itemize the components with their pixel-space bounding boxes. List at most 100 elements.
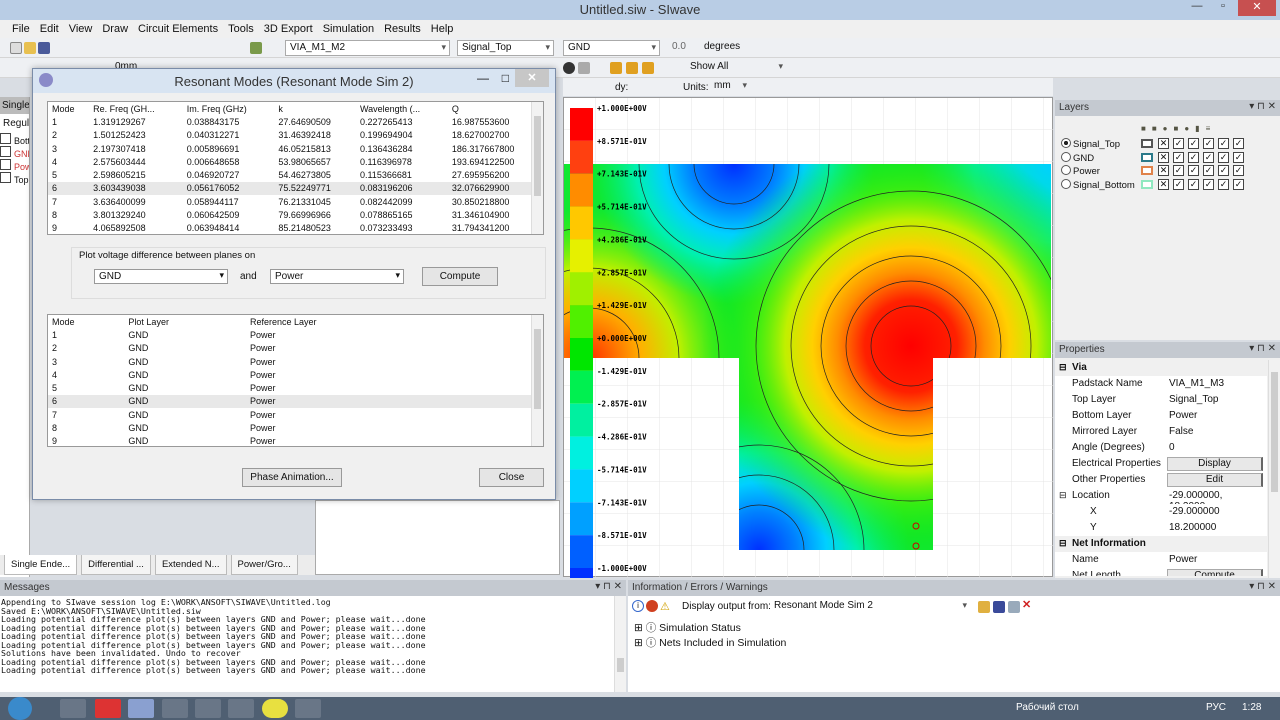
layer-visibility-checkbox[interactable]: ✓ bbox=[1233, 138, 1244, 149]
panel-controls[interactable]: ▾ ⊓ ✕ bbox=[1249, 581, 1276, 592]
column-header[interactable]: Im. Freq (GHz) bbox=[183, 102, 275, 115]
expand-icon[interactable]: ⊟ bbox=[1059, 362, 1067, 373]
zoom-fit-icon[interactable] bbox=[642, 62, 654, 74]
property-button[interactable]: Edit bbox=[1167, 473, 1263, 487]
zoom-out-icon[interactable] bbox=[626, 62, 638, 74]
property-row[interactable]: Net Length Compute bbox=[1055, 568, 1267, 576]
property-button[interactable]: Display bbox=[1167, 457, 1263, 471]
plots-scrollbar[interactable] bbox=[531, 315, 543, 446]
phase-animation-button[interactable]: Phase Animation... bbox=[242, 468, 342, 487]
layer-color-swatch[interactable] bbox=[1141, 179, 1153, 189]
layer-visibility-checkbox[interactable]: ✓ bbox=[1233, 165, 1244, 176]
layer-visibility-checkbox[interactable]: ✓ bbox=[1188, 138, 1199, 149]
menu-edit[interactable]: Edit bbox=[40, 23, 59, 35]
taskbar-app[interactable] bbox=[162, 699, 188, 718]
property-row[interactable]: Y 18.200000 bbox=[1055, 520, 1267, 536]
desktop-toolbar[interactable]: Рабочий стол bbox=[1016, 702, 1079, 713]
start-button[interactable] bbox=[8, 697, 32, 720]
layer-visibility-checkbox[interactable]: ✓ bbox=[1188, 151, 1199, 163]
menu-tools[interactable]: Tools bbox=[228, 23, 254, 35]
reference-layer-select[interactable]: GND bbox=[563, 40, 660, 56]
save-icon[interactable] bbox=[38, 42, 50, 54]
tab-extended-nets[interactable]: Extended N... bbox=[154, 555, 227, 575]
column-header[interactable]: Plot Layer bbox=[124, 315, 246, 328]
left-panel-tab[interactable]: Single bbox=[0, 97, 29, 114]
layer-visibility-checkbox[interactable]: ✓ bbox=[1233, 178, 1244, 190]
copy-icon[interactable] bbox=[1008, 601, 1020, 613]
net-item[interactable]: GND bbox=[14, 149, 29, 159]
layer-visibility-checkbox[interactable]: ✓ bbox=[1218, 178, 1229, 190]
table-row[interactable]: 3 GND Power bbox=[48, 355, 543, 368]
clear-icon[interactable]: ✕ bbox=[1022, 598, 1031, 611]
property-row[interactable]: X -29.000000 bbox=[1055, 504, 1267, 520]
layer-color-swatch[interactable] bbox=[1141, 166, 1153, 175]
property-row[interactable]: Other Properties Edit bbox=[1055, 472, 1267, 488]
warning-filter-icon[interactable]: ⚠ bbox=[660, 600, 670, 613]
property-row[interactable]: Mirrored Layer False bbox=[1055, 424, 1267, 440]
checkbox[interactable] bbox=[0, 133, 11, 144]
open-icon[interactable] bbox=[24, 42, 36, 54]
property-button[interactable]: Compute bbox=[1167, 569, 1263, 576]
column-header[interactable]: Mode bbox=[48, 315, 124, 328]
taskbar-explorer[interactable] bbox=[60, 699, 86, 718]
menu-draw[interactable]: Draw bbox=[102, 23, 128, 35]
property-row[interactable]: Angle (Degrees) 0 bbox=[1055, 440, 1267, 456]
layer-color-swatch[interactable] bbox=[1141, 139, 1153, 148]
column-header[interactable]: Re. Freq (GH... bbox=[89, 102, 183, 115]
layer-visibility-checkbox[interactable]: ✓ bbox=[1173, 138, 1184, 149]
taskbar-chrome[interactable] bbox=[95, 699, 121, 718]
layer-visibility-checkbox[interactable]: ✓ bbox=[1188, 178, 1199, 190]
maximize-button[interactable]: ▫ bbox=[1210, 0, 1236, 16]
units-select[interactable]: mm bbox=[710, 79, 750, 95]
table-row[interactable]: 1 1.319129267 0.038843175 27.64690509 0.2272… bbox=[48, 115, 543, 128]
layer-lock-checkbox[interactable]: ✕ bbox=[1158, 178, 1169, 190]
menu-simulation[interactable]: Simulation bbox=[323, 23, 374, 35]
table-row[interactable]: 4 2.575603444 0.006648658 53.98065657 0.1163… bbox=[48, 155, 543, 168]
output-source-select[interactable]: Resonant Mode Sim 2 bbox=[770, 599, 970, 615]
panel-controls[interactable]: ▾ ⊓ ✕ bbox=[595, 581, 622, 592]
layer-row[interactable]: Power ✕ ✓ ✓ ✓ ✓ ✓ bbox=[1061, 165, 1276, 179]
column-header[interactable]: Mode bbox=[48, 102, 89, 115]
property-row[interactable]: Electrical Properties Display bbox=[1055, 456, 1267, 472]
layer-row[interactable]: GND ✕ ✓ ✓ ✓ ✓ ✓ bbox=[1061, 151, 1276, 166]
column-header[interactable]: k bbox=[274, 102, 356, 115]
layer-visibility-checkbox[interactable]: ✓ bbox=[1173, 165, 1184, 176]
layer-lock-checkbox[interactable]: ✕ bbox=[1158, 138, 1169, 149]
taskbar-app[interactable] bbox=[262, 699, 288, 718]
angle-input[interactable]: 0.0 bbox=[672, 41, 686, 52]
plane1-select[interactable]: GND bbox=[94, 269, 228, 284]
messages-scrollbar[interactable] bbox=[614, 596, 626, 692]
modes-table[interactable]: Mode Re. Freq (GH... Im. Freq (GHz) k Wavele… bbox=[47, 101, 544, 235]
layer-row[interactable]: Signal_Bottom ✕ ✓ ✓ ✓ ✓ ✓ bbox=[1061, 178, 1276, 193]
table-row[interactable]: 5 2.598605215 0.046920727 54.46273805 0.1153… bbox=[48, 168, 543, 181]
layer-radio[interactable] bbox=[1061, 138, 1071, 148]
property-row[interactable]: Name Power bbox=[1055, 552, 1267, 568]
taskbar-app[interactable] bbox=[295, 699, 321, 718]
property-row[interactable]: ⊟ Net Information bbox=[1055, 536, 1267, 552]
taskbar-app[interactable] bbox=[228, 699, 254, 718]
menu-view[interactable]: View bbox=[69, 23, 93, 35]
layer-row[interactable]: Signal_Top ✕ ✓ ✓ ✓ ✓ ✓ bbox=[1061, 138, 1276, 152]
property-row[interactable]: Top Layer Signal_Top bbox=[1055, 392, 1267, 408]
table-row[interactable]: 2 1.501252423 0.040312271 31.46392418 0.1996… bbox=[48, 129, 543, 142]
table-row[interactable]: 9 4.065892508 0.063948414 85.21480523 0.0732… bbox=[48, 222, 543, 234]
padstack-select[interactable]: VIA_M1_M2 bbox=[285, 40, 450, 56]
plots-table[interactable]: Mode Plot Layer Reference Layer 1 GND Power 2 G… bbox=[47, 314, 544, 447]
dialog-maximize-button[interactable]: □ bbox=[502, 71, 509, 85]
pan-hand-icon[interactable] bbox=[578, 62, 590, 74]
layer-visibility-checkbox[interactable]: ✓ bbox=[1218, 165, 1229, 176]
plane2-select[interactable]: Power bbox=[270, 269, 404, 284]
property-row[interactable]: Padstack Name VIA_M1_M3 bbox=[1055, 376, 1267, 392]
close-dialog-button[interactable]: Close bbox=[479, 468, 544, 487]
close-button[interactable]: ✕ bbox=[1238, 0, 1276, 16]
info-filter-icon[interactable]: i bbox=[632, 600, 644, 612]
table-row[interactable]: 8 3.801329240 0.060642509 79.66996966 0.0788… bbox=[48, 208, 543, 221]
table-row[interactable]: 7 3.636400099 0.058944117 76.21331045 0.0824… bbox=[48, 195, 543, 208]
layer-visibility-checkbox[interactable]: ✓ bbox=[1203, 151, 1214, 163]
save-icon[interactable] bbox=[993, 601, 1005, 613]
menu-results[interactable]: Results bbox=[384, 23, 421, 35]
property-row[interactable]: ⊟Location-29.000000, 18.2000... bbox=[1055, 488, 1267, 512]
taskbar-siwave[interactable] bbox=[128, 699, 154, 718]
menu-circuit-elements[interactable]: Circuit Elements bbox=[138, 23, 218, 35]
new-icon[interactable] bbox=[10, 42, 22, 54]
